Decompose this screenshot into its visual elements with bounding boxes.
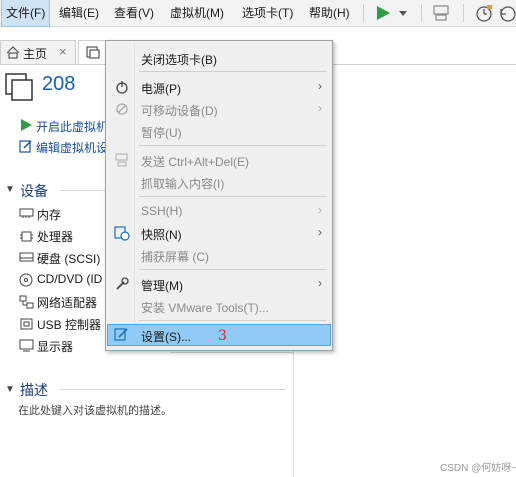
- watermark: CSDN @何妨呀~: [440, 463, 516, 474]
- vm-large-icon: [5, 73, 33, 101]
- menu-edit[interactable]: 编辑(E): [55, 0, 103, 26]
- menu-item-snapshot[interactable]: 快照(N) ›: [108, 223, 330, 243]
- panel-divider: [293, 349, 294, 477]
- context-menu: 关闭选项卡(B) 电源(P) › 可移动设备(D) › 暂停(U) 发送 Ctr…: [105, 40, 333, 351]
- wrench-icon: [116, 277, 129, 290]
- device-label: 网络适配器: [37, 296, 98, 310]
- play-icon[interactable]: [19, 118, 33, 132]
- device-label: 内存: [37, 208, 62, 222]
- menu-tabs[interactable]: 选项卡(T): [238, 0, 297, 26]
- cd-dvd-icon: [19, 273, 33, 287]
- menu-item-label: 快照(N): [141, 228, 182, 242]
- step-annotation: 3: [218, 328, 227, 344]
- menu-item-label: 暂停(U): [141, 126, 182, 140]
- send-keys-icon[interactable]: [432, 3, 452, 23]
- collapse-arrow-icon[interactable]: ▼: [5, 184, 15, 195]
- submenu-arrow-icon: ›: [318, 79, 322, 93]
- menu-separator: [139, 145, 327, 146]
- menu-item-label: 关闭选项卡(B): [141, 53, 217, 67]
- snapshot-icon[interactable]: [474, 3, 494, 23]
- memory-icon: [19, 208, 34, 218]
- menu-item-capture-screen[interactable]: 捕获屏幕 (C): [108, 245, 330, 265]
- device-label: 硬盘 (SCSI): [37, 252, 101, 266]
- menu-item-label: 可移动设备(D): [141, 104, 218, 118]
- revert-snapshot-icon[interactable]: [498, 3, 516, 23]
- menu-item-install-vmware-tools[interactable]: 安装 VMware Tools(T)...: [108, 296, 330, 316]
- section-divider: [60, 190, 105, 191]
- tab-home[interactable]: 主页 ×: [0, 40, 76, 64]
- usb-icon: [20, 318, 33, 330]
- toolbar-separator: [363, 4, 364, 22]
- menu-bar: 文件(F) 编辑(E) 查看(V) 虚拟机(M) 选项卡(T) 帮助(H): [0, 0, 516, 27]
- menu-item-label: 发送 Ctrl+Alt+Del(E): [141, 155, 250, 169]
- menu-separator: [139, 269, 327, 270]
- device-label: 处理器: [37, 230, 74, 244]
- device-label: CD/DVD (ID: [37, 272, 103, 286]
- menu-vm[interactable]: 虚拟机(M): [166, 0, 228, 26]
- menu-help[interactable]: 帮助(H): [305, 0, 354, 26]
- network-adapter-icon: [19, 295, 34, 309]
- toolbar-separator: [421, 4, 422, 22]
- vm-name: 208: [42, 73, 76, 95]
- menu-separator: [139, 196, 327, 197]
- settings-icon: [114, 328, 128, 341]
- send-ctrl-alt-del-icon: [115, 153, 128, 167]
- vm-icon: [86, 46, 100, 59]
- edit-icon[interactable]: [19, 139, 33, 153]
- menu-item-power[interactable]: 电源(P) ›: [108, 77, 330, 97]
- collapse-arrow-icon[interactable]: ▼: [5, 384, 15, 395]
- menu-item-label: SSH(H): [141, 204, 183, 218]
- menu-item-label: 电源(P): [141, 82, 181, 96]
- submenu-arrow-icon: ›: [318, 276, 322, 290]
- power-icon: [116, 81, 128, 94]
- section-divider: [60, 389, 285, 390]
- hard-disk-icon: [19, 252, 34, 262]
- power-on-link[interactable]: 开启此虚拟机: [36, 118, 108, 135]
- menu-item-manage[interactable]: 管理(M) ›: [108, 274, 330, 294]
- cpu-icon: [20, 231, 33, 242]
- snapshot-icon: [114, 226, 130, 241]
- menu-item-close-tab[interactable]: 关闭选项卡(B): [108, 48, 330, 68]
- menu-item-ssh[interactable]: SSH(H) ›: [108, 201, 330, 221]
- edit-settings-link[interactable]: 编辑虚拟机设: [36, 139, 108, 156]
- menu-item-grab-input[interactable]: 抓取输入内容(I): [108, 172, 330, 192]
- description-section-title[interactable]: 描述: [20, 380, 48, 400]
- dropdown-arrow-icon[interactable]: [398, 3, 408, 23]
- menu-item-removable-devices[interactable]: 可移动设备(D) ›: [108, 99, 330, 119]
- device-label: 显示器: [37, 340, 74, 354]
- description-placeholder[interactable]: 在此处键入对该虚拟机的描述。: [18, 402, 172, 418]
- play-icon[interactable]: [374, 3, 392, 23]
- tab-home-label: 主页: [23, 47, 48, 61]
- menu-view[interactable]: 查看(V): [110, 0, 158, 26]
- submenu-arrow-icon: ›: [318, 101, 322, 115]
- home-icon: [6, 46, 20, 59]
- menu-item-send-ctrl-alt-del[interactable]: 发送 Ctrl+Alt+Del(E): [108, 150, 330, 170]
- device-label: USB 控制器: [37, 318, 102, 332]
- menu-item-label: 安装 VMware Tools(T)...: [141, 301, 269, 315]
- menu-item-pause[interactable]: 暂停(U): [108, 121, 330, 141]
- display-icon: [19, 339, 34, 352]
- toolbar-separator: [463, 4, 464, 22]
- devices-section-title[interactable]: 设备: [20, 181, 48, 201]
- menu-item-label: 抓取输入内容(I): [141, 177, 225, 191]
- menu-separator: [139, 71, 327, 72]
- menu-item-label: 捕获屏幕 (C): [141, 250, 209, 264]
- menu-file[interactable]: 文件(F): [0, 0, 51, 27]
- removable-devices-icon: [116, 103, 128, 115]
- close-icon[interactable]: ×: [59, 44, 67, 59]
- menu-item-label: 设置(S)...: [141, 330, 191, 344]
- submenu-arrow-icon: ›: [318, 203, 322, 217]
- panel-divider: [170, 352, 293, 353]
- menu-item-label: 管理(M): [141, 279, 183, 293]
- menu-separator: [139, 320, 327, 321]
- submenu-arrow-icon: ›: [318, 225, 322, 239]
